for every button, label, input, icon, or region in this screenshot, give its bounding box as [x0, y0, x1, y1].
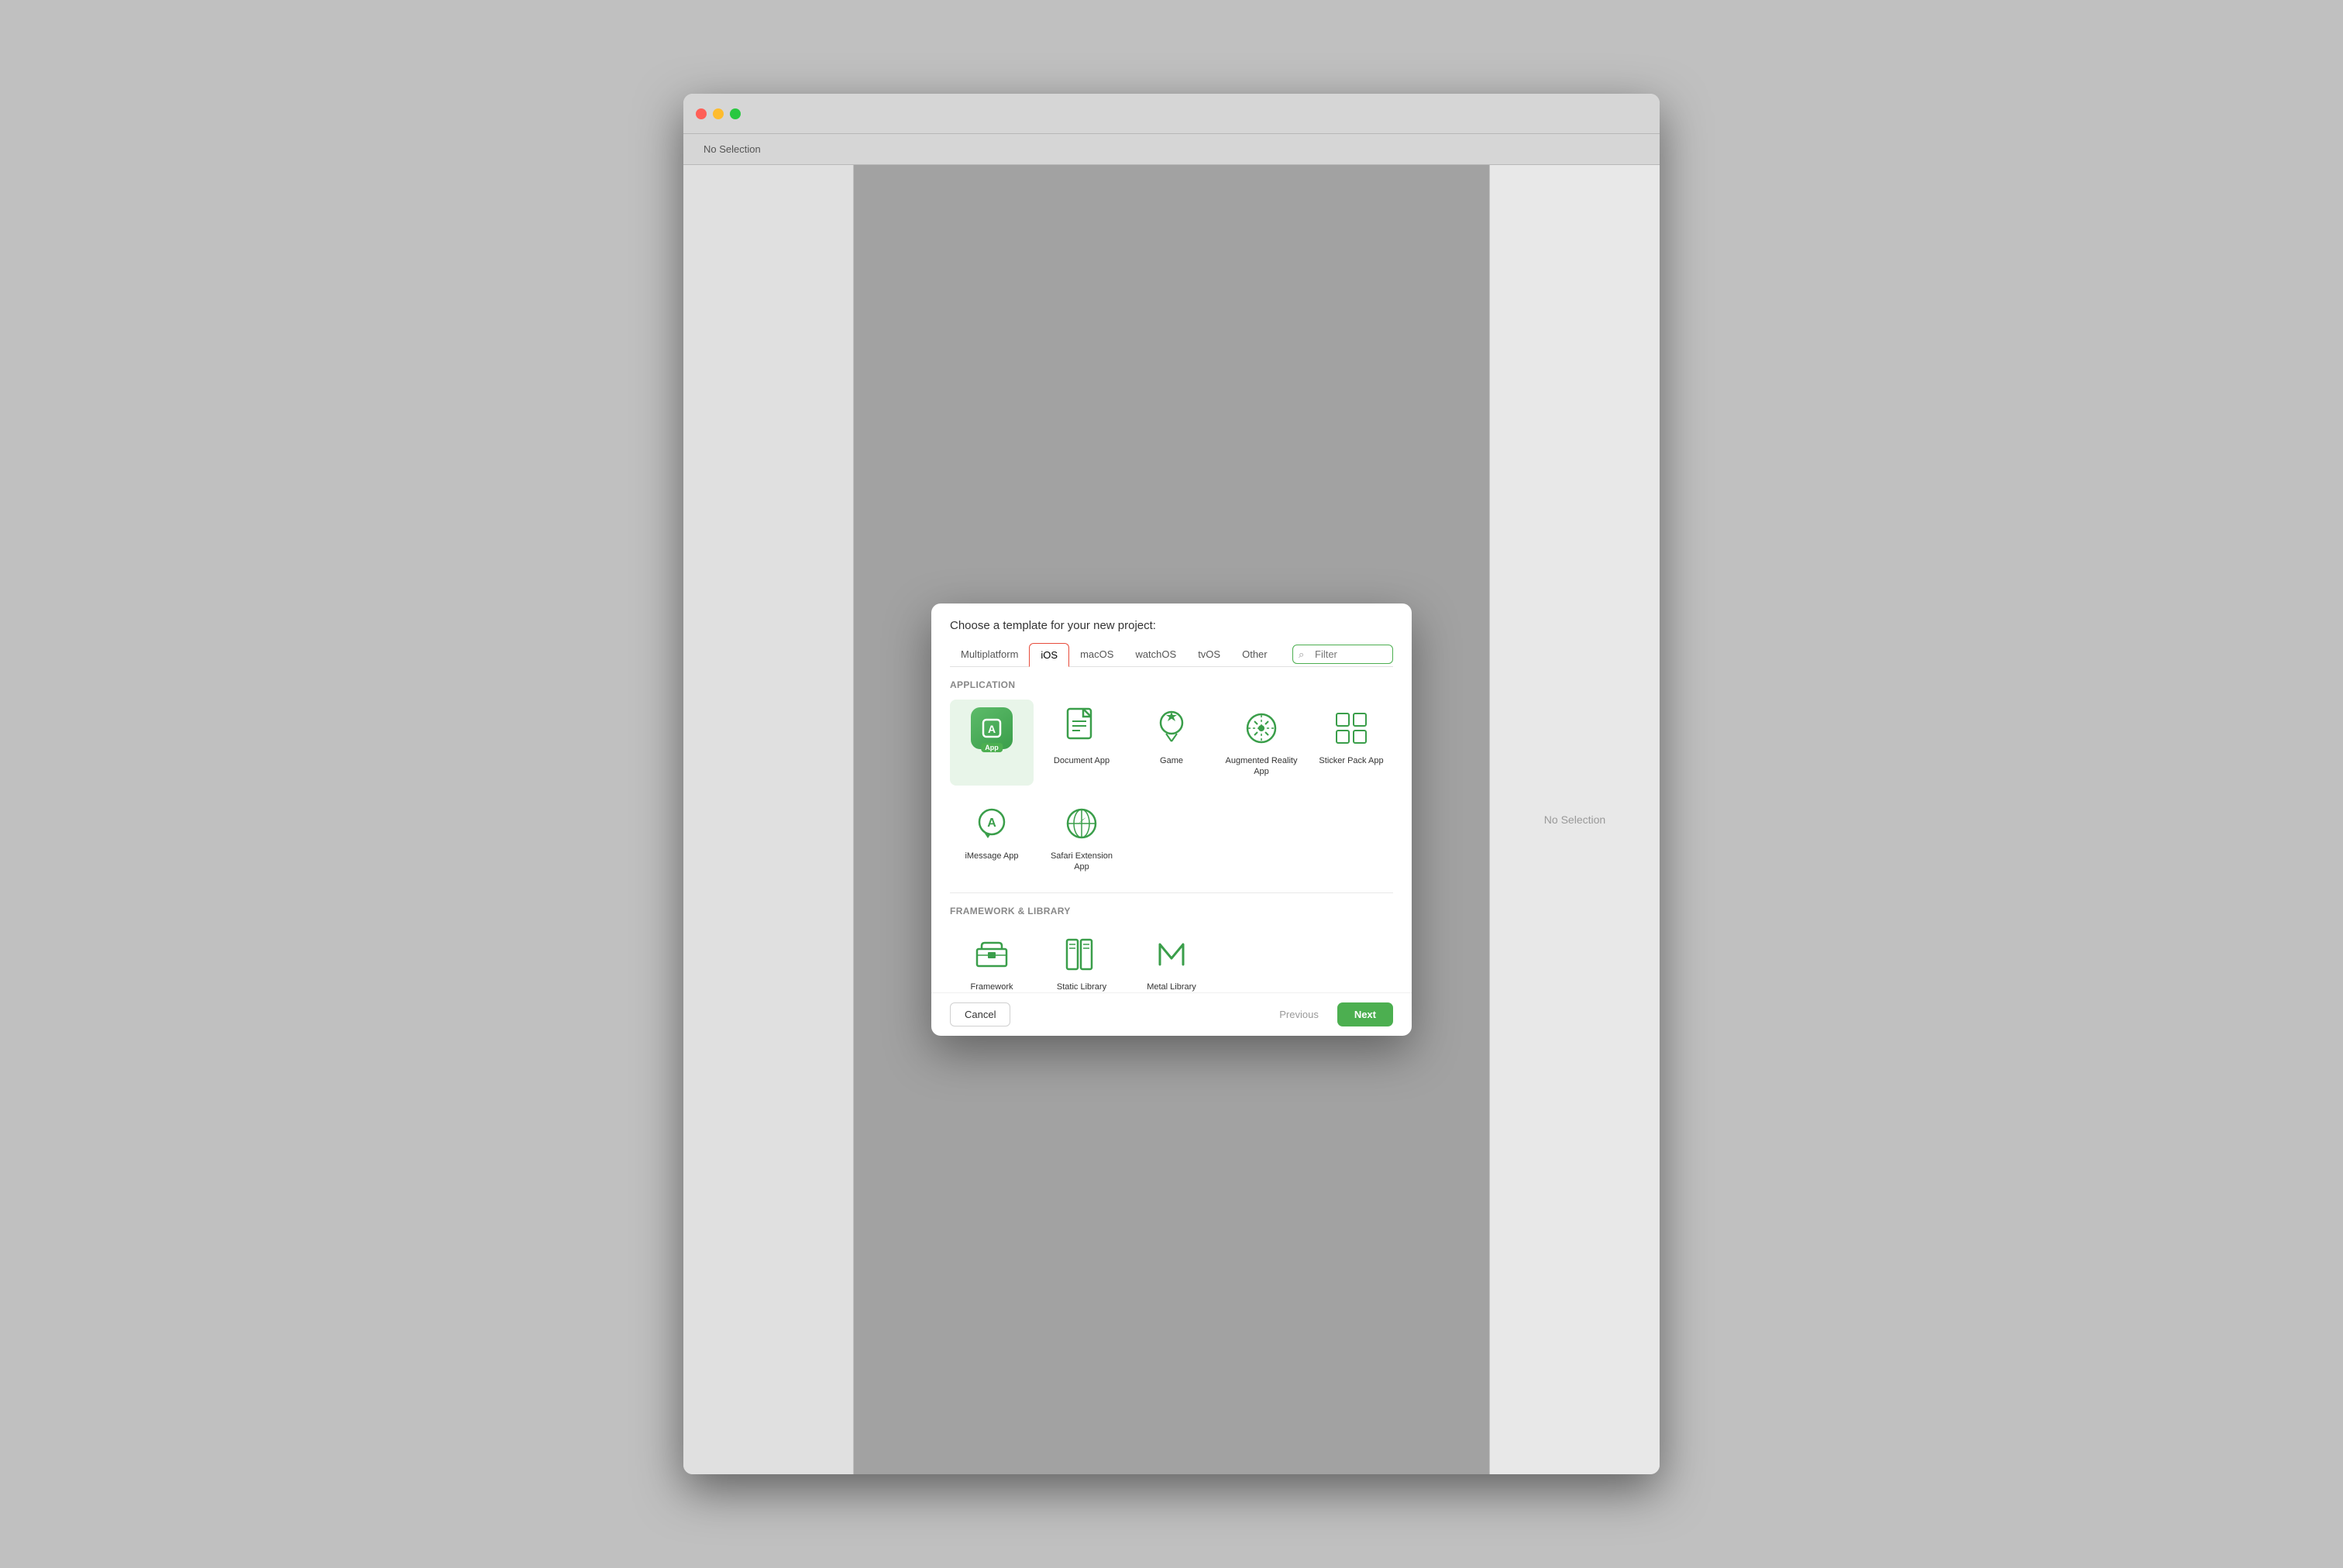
search-icon: ⌕ [1299, 648, 1304, 661]
safari-extension-icon [1061, 803, 1103, 844]
sticker-pack-icon [1330, 707, 1372, 749]
modal-overlay: Choose a template for your new project: … [854, 165, 1489, 1473]
fullscreen-button[interactable] [730, 108, 741, 119]
traffic-lights [696, 108, 741, 119]
filter-container: ⌕ [1292, 645, 1393, 664]
framework-icon-svg [971, 934, 1013, 975]
template-game-label: Game [1160, 755, 1183, 766]
tab-watchos[interactable]: watchOS [1124, 643, 1187, 665]
right-panel: No Selection [1489, 165, 1660, 1473]
title-bar [683, 94, 1660, 134]
safari-icon-svg [1061, 803, 1103, 844]
document-icon-svg [1063, 707, 1100, 749]
static-library-icon [1061, 934, 1103, 975]
game-icon [1151, 707, 1192, 749]
next-button[interactable]: Next [1337, 1002, 1393, 1026]
secondary-toolbar: No Selection [683, 134, 1660, 165]
no-selection-label: No Selection [696, 140, 769, 158]
template-static-library-label: Static Library [1057, 982, 1106, 992]
previous-button: Previous [1268, 1003, 1330, 1026]
tab-multiplatform[interactable]: Multiplatform [950, 643, 1029, 665]
app-icon-svg: A [980, 717, 1003, 740]
ar-app-icon [1240, 707, 1282, 749]
footer-right: Previous Next [1268, 1002, 1393, 1026]
framework-section-header: Framework & Library [950, 906, 1393, 916]
modal-title: Choose a template for your new project: [950, 619, 1393, 632]
template-ar-app-label: Augmented Reality App [1224, 755, 1299, 778]
metal-library-icon [1151, 934, 1192, 975]
cancel-button[interactable]: Cancel [950, 1002, 1010, 1026]
template-static-library[interactable]: Static Library [1040, 926, 1123, 992]
tab-tvos[interactable]: tvOS [1187, 643, 1231, 665]
template-app[interactable]: A App [950, 700, 1034, 786]
template-document-app-label: Document App [1054, 755, 1110, 766]
svg-text:A: A [988, 723, 996, 735]
static-library-icon-svg [1061, 934, 1103, 975]
template-document-app[interactable]: Document App [1040, 700, 1123, 786]
app-badge: App [981, 743, 1003, 752]
modal-footer: Cancel Previous Next [931, 992, 1412, 1036]
imessage-icon: A [971, 803, 1013, 844]
template-game[interactable]: Game [1130, 700, 1213, 786]
right-panel-no-selection: No Selection [1544, 813, 1605, 826]
template-sticker-pack[interactable]: Sticker Pack App [1309, 700, 1393, 786]
main-area: Choose a template for your new project: … [683, 165, 1660, 1473]
template-sticker-pack-label: Sticker Pack App [1319, 755, 1383, 766]
modal-body: Application A [931, 667, 1412, 992]
framework-grid: Framework [950, 926, 1393, 992]
sidebar [683, 165, 854, 1473]
content-area: Choose a template for your new project: … [854, 165, 1489, 1473]
app-icon-wrapper: A App [971, 707, 1013, 749]
tab-bar: Multiplatform iOS macOS watchOS [950, 643, 1393, 667]
metal-icon-svg [1151, 934, 1192, 975]
tab-macos[interactable]: macOS [1069, 643, 1124, 665]
template-safari-ext[interactable]: Safari Extension App [1040, 795, 1123, 881]
modal-header: Choose a template for your new project: … [931, 603, 1412, 667]
template-safari-ext-label: Safari Extension App [1044, 851, 1119, 873]
xcode-window: No Selection Choose a template for your … [683, 94, 1660, 1473]
close-button[interactable] [696, 108, 707, 119]
template-imessage-app-label: iMessage App [965, 851, 1018, 861]
application-grid: A App [950, 700, 1393, 880]
template-ar-app[interactable]: Augmented Reality App [1220, 700, 1303, 786]
tab-ios[interactable]: iOS [1029, 643, 1069, 667]
minimize-button[interactable] [713, 108, 724, 119]
template-metal-library-label: Metal Library [1147, 982, 1196, 992]
svg-text:A: A [987, 817, 996, 830]
template-framework-label: Framework [970, 982, 1013, 992]
sticker-icon-svg [1330, 707, 1372, 749]
tab-other[interactable]: Other [1231, 643, 1278, 665]
ar-icon-svg [1240, 707, 1282, 749]
imessage-icon-svg: A [971, 803, 1013, 844]
template-metal-library[interactable]: Metal Library [1130, 926, 1213, 992]
application-section-header: Application [950, 679, 1393, 690]
template-framework[interactable]: Framework [950, 926, 1034, 992]
document-app-icon [1061, 707, 1103, 749]
template-imessage-app[interactable]: A iMessage App [950, 795, 1034, 881]
game-icon-svg [1151, 707, 1192, 749]
filter-input[interactable] [1292, 645, 1393, 664]
section-divider [950, 892, 1393, 893]
framework-icon [971, 934, 1013, 975]
new-project-modal: Choose a template for your new project: … [931, 603, 1412, 1036]
